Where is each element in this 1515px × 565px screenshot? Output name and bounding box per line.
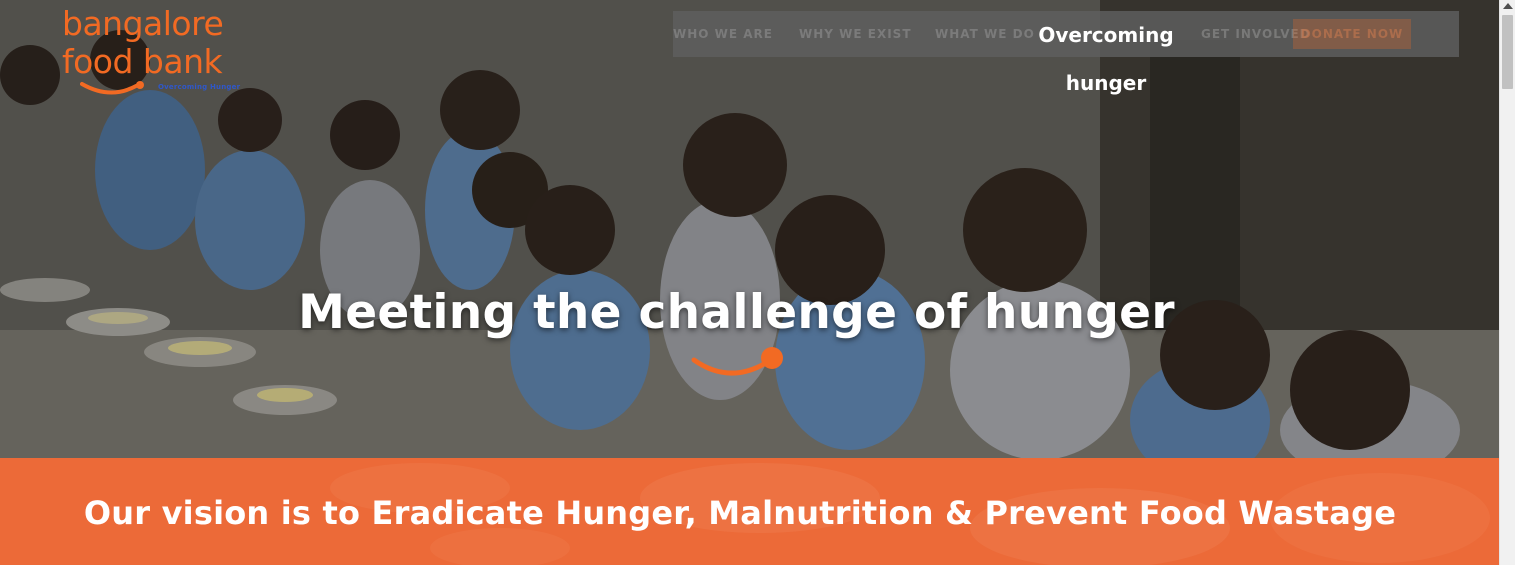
swoosh-icon [691, 347, 783, 376]
site-logo[interactable]: bangalore food bank Overcoming Hunger [62, 6, 262, 98]
logo-tooltip: Overcoming hunger [1038, 23, 1174, 95]
scroll-up-arrow-icon[interactable] [1503, 3, 1513, 9]
hero-banner: bangalore food bank Overcoming Hunger WH… [0, 0, 1499, 458]
vision-banner: Our vision is to Eradicate Hunger, Malnu… [0, 458, 1499, 565]
vision-statement: Our vision is to Eradicate Hunger, Malnu… [83, 494, 1397, 532]
page-scrollbar[interactable] [1499, 0, 1515, 565]
page: bangalore food bank Overcoming Hunger WH… [0, 0, 1515, 565]
scrollbar-thumb[interactable] [1502, 15, 1513, 89]
main-navigation: WHO WE ARE WHY WE EXIST WHAT WE DO GET I… [673, 11, 1459, 95]
logo-text-bangalore: bangalore [62, 4, 224, 43]
logo-tagline: Overcoming Hunger [158, 83, 241, 91]
logo-text-food-bank: food bank [62, 42, 223, 81]
hero-headline: Meeting the challenge of hunger [298, 285, 1175, 340]
smile-swoosh-icon [80, 81, 144, 95]
donate-now-button[interactable]: DONATE NOW [1293, 19, 1411, 49]
nav-item-why-we-exist[interactable]: WHY WE EXIST [799, 27, 912, 41]
nav-item-who-we-are[interactable]: WHO WE ARE [673, 27, 773, 41]
